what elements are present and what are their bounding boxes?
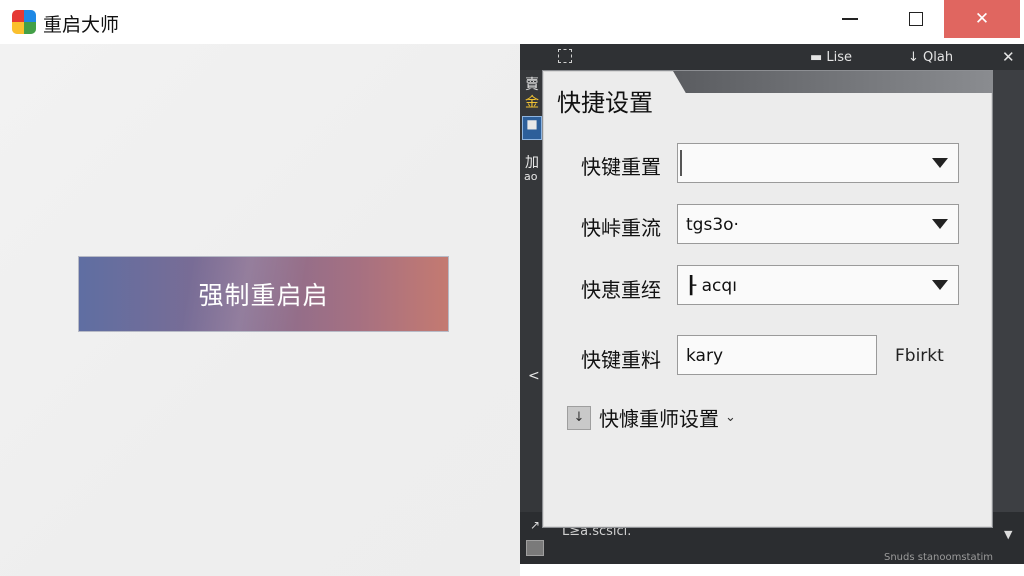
app-logo-icon <box>12 10 36 34</box>
sidebar-glyph: 金 <box>525 95 539 111</box>
list-menu[interactable]: ▬ Lise <box>810 50 852 65</box>
scroll-down-icon[interactable]: ▼ <box>1004 528 1012 541</box>
close-button[interactable]: ✕ <box>944 0 1020 38</box>
minimize-button[interactable] <box>827 0 873 38</box>
chevron-down-icon: ⌄ <box>725 410 736 425</box>
dropdown-caret-icon <box>932 158 948 168</box>
background-sidebar: 賣 金 ■ 加 ao < <box>520 70 544 550</box>
background-close-icon[interactable]: ✕ <box>1002 48 1015 66</box>
row-2-value: tgs3o· <box>686 215 739 235</box>
text-cursor <box>680 150 682 176</box>
dialog-header-strip <box>673 71 993 93</box>
row-4-value: kary <box>686 346 724 366</box>
background-toolbar: ▬ Lise ↓ Qlah ✕ <box>520 44 1024 70</box>
row-4-label: 快键重料 <box>581 348 661 372</box>
dropdown-caret-icon <box>932 280 948 290</box>
status-subtext: Snuds stanoomstatim <box>884 552 994 563</box>
sidebar-glyph: 加 <box>525 155 539 171</box>
minimize-icon <box>842 18 858 20</box>
advanced-settings-label: 快慷重师设置 <box>599 407 719 431</box>
window-title: 重启大师 <box>43 14 120 36</box>
row-3-select[interactable]: ┠ acqı <box>677 265 959 305</box>
chevron-left-icon[interactable]: < <box>528 368 540 384</box>
app-thumbnail-icon[interactable]: ■ <box>522 116 542 140</box>
maximize-icon <box>909 12 923 26</box>
row-1-select[interactable] <box>677 143 959 183</box>
dialog-title: 快捷设置 <box>557 89 653 117</box>
close-icon: ✕ <box>974 9 990 29</box>
square-icon[interactable] <box>526 540 544 556</box>
sidebar-glyph: ao <box>524 170 538 183</box>
dropdown-caret-icon <box>932 219 948 229</box>
quick-settings-dialog: 快捷设置 快键重置 快峠重流 tgs3o· 快恵重绖 ┠ acqı 快键重料 k… <box>542 70 993 528</box>
row-4-note: Fbirkt <box>895 346 944 366</box>
advanced-settings-toggle[interactable]: ↓ 快慷重师设置 ⌄ <box>567 403 736 432</box>
qlah-menu[interactable]: ↓ Qlah <box>908 50 953 65</box>
download-arrow-icon: ↓ <box>567 405 591 430</box>
row-2-label: 快峠重流 <box>581 216 661 240</box>
row-3-value: ┠ acqı <box>686 276 737 296</box>
force-restart-button[interactable]: 强制重启启 <box>78 256 449 332</box>
dashed-box-icon[interactable] <box>558 49 572 63</box>
row-1-label: 快键重置 <box>581 155 661 179</box>
maximize-button[interactable] <box>893 0 939 38</box>
row-3-label: 快恵重绖 <box>581 278 661 302</box>
title-bar: 重启大师 ✕ <box>0 0 1024 44</box>
expand-arrow-icon[interactable]: ↗ <box>530 518 540 532</box>
sidebar-glyph: 賣 <box>525 77 539 93</box>
row-4-input[interactable]: kary <box>677 335 877 375</box>
row-2-select[interactable]: tgs3o· <box>677 204 959 244</box>
